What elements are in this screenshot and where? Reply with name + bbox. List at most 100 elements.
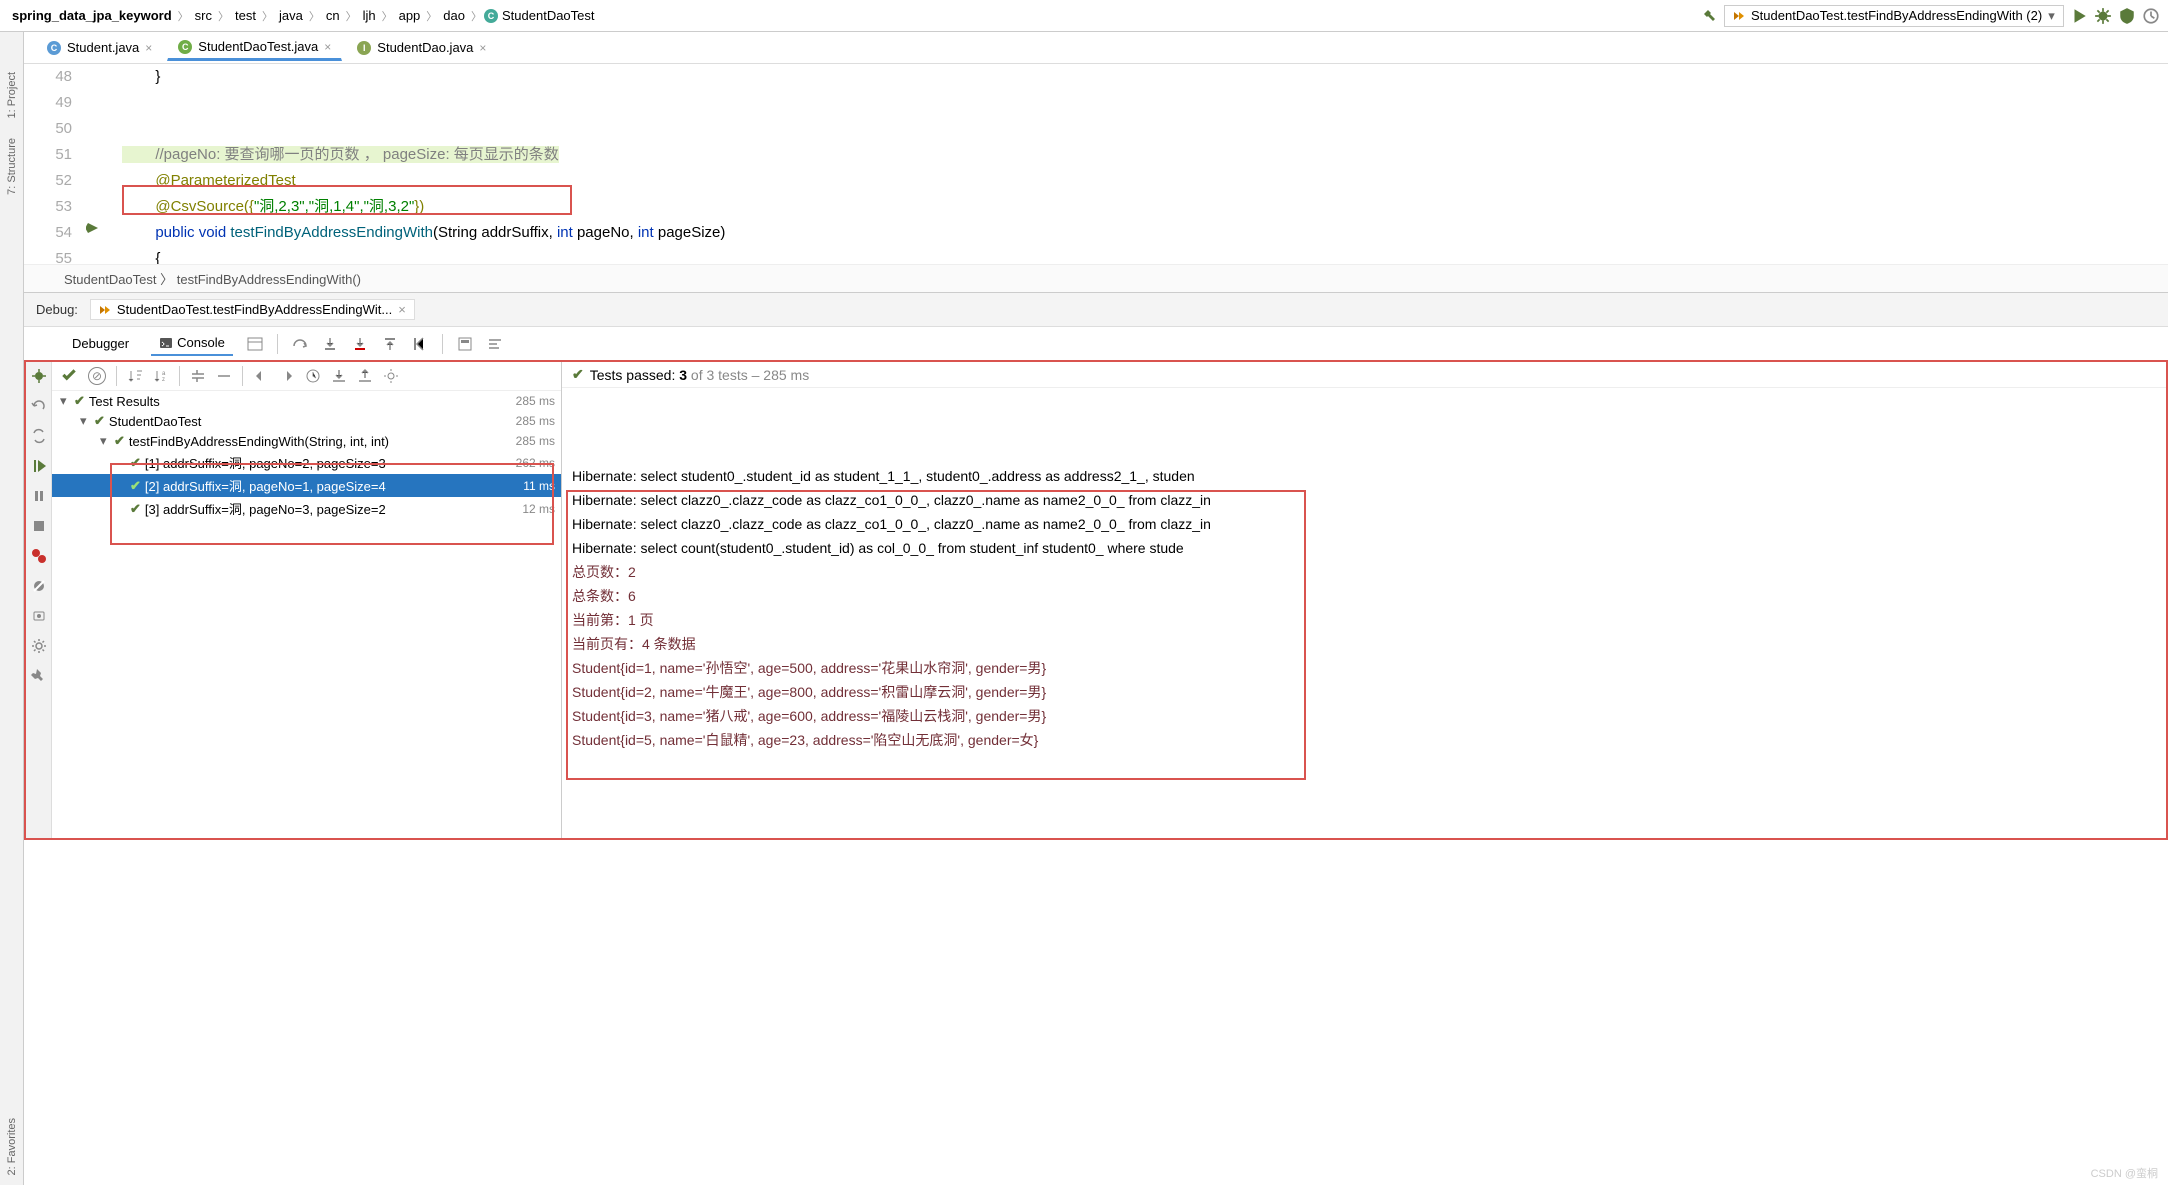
step-into-icon[interactable] bbox=[322, 336, 338, 352]
file-tab-label: Student.java bbox=[67, 40, 139, 55]
export-icon[interactable] bbox=[357, 368, 373, 384]
project-tool-button[interactable]: 1: Project bbox=[6, 72, 18, 118]
show-passed-icon[interactable] bbox=[60, 367, 78, 385]
step-over-icon[interactable] bbox=[292, 336, 308, 352]
run-button[interactable] bbox=[2070, 7, 2088, 25]
prev-icon[interactable] bbox=[253, 368, 269, 384]
breadcrumb-item[interactable]: dao bbox=[439, 6, 469, 25]
breadcrumb-item[interactable]: java bbox=[275, 6, 307, 25]
code-area[interactable]: } //pageNo: 要查询哪一页的页数 ， pageSize: 每页显示的条… bbox=[118, 64, 2168, 264]
method-path-method[interactable]: testFindByAddressEndingWith() bbox=[177, 272, 361, 287]
test-tree[interactable]: ▾✔Test Results285 ms▾✔StudentDaoTest285 … bbox=[52, 391, 561, 838]
test-tree-row[interactable]: ✔[3] addrSuffix=洞, pageNo=3, pageSize=21… bbox=[52, 497, 561, 520]
debug-button[interactable] bbox=[2094, 7, 2112, 25]
separator bbox=[179, 366, 180, 386]
console-line: Student{id=5, name='白鼠精', age=23, addres… bbox=[572, 728, 2156, 752]
step-out-icon[interactable] bbox=[382, 336, 398, 352]
run-config-selector[interactable]: StudentDaoTest.testFindByAddressEndingWi… bbox=[1724, 5, 2064, 27]
evaluate-icon[interactable] bbox=[457, 336, 473, 352]
coverage-button[interactable] bbox=[2118, 7, 2136, 25]
console-tab-label: Console bbox=[177, 335, 225, 350]
file-tab[interactable]: IStudentDao.java× bbox=[346, 35, 497, 60]
breadcrumb-project[interactable]: spring_data_jpa_keyword bbox=[8, 6, 176, 25]
close-icon[interactable]: × bbox=[145, 41, 152, 55]
view-breakpoints-icon[interactable] bbox=[31, 548, 47, 564]
breadcrumb-item[interactable]: ljh bbox=[359, 6, 380, 25]
pause-icon[interactable] bbox=[31, 488, 47, 504]
structure-tool-button[interactable]: 7: Structure bbox=[6, 138, 18, 195]
force-step-into-icon[interactable] bbox=[352, 336, 368, 352]
console-line: Student{id=3, name='猪八戒', age=600, addre… bbox=[572, 704, 2156, 728]
rerun-icon[interactable] bbox=[31, 368, 47, 384]
pin-icon[interactable] bbox=[31, 668, 47, 684]
debug-body: ⊘ az ▾✔Test Results285 ms▾✔StudentDaoTes… bbox=[24, 360, 2168, 840]
file-tab[interactable]: CStudent.java× bbox=[36, 35, 163, 60]
layout-icon[interactable] bbox=[247, 336, 263, 352]
code-line[interactable] bbox=[122, 116, 2168, 142]
dump-icon[interactable] bbox=[31, 608, 47, 624]
test-duration: 285 ms bbox=[516, 394, 555, 408]
debug-session-tab[interactable]: StudentDaoTest.testFindByAddressEndingWi… bbox=[90, 299, 415, 320]
import-icon[interactable] bbox=[331, 368, 347, 384]
test-tree-row[interactable]: ✔[2] addrSuffix=洞, pageNo=1, pageSize=41… bbox=[52, 474, 561, 497]
cog-icon[interactable] bbox=[383, 368, 399, 384]
code-line[interactable]: public void testFindByAddressEndingWith(… bbox=[122, 220, 2168, 246]
code-line[interactable]: @CsvSource({"洞,2,3","洞,1,4","洞,3,2"}) bbox=[122, 194, 2168, 220]
next-icon[interactable] bbox=[279, 368, 295, 384]
stop-icon[interactable] bbox=[31, 518, 47, 534]
breadcrumb-item[interactable]: src bbox=[191, 6, 216, 25]
close-icon[interactable]: × bbox=[324, 40, 331, 54]
collapse-all-icon[interactable] bbox=[216, 368, 232, 384]
method-path-class[interactable]: StudentDaoTest bbox=[64, 272, 157, 287]
history-icon[interactable] bbox=[305, 368, 321, 384]
toggle-auto-test-icon[interactable] bbox=[31, 428, 47, 444]
code-line[interactable] bbox=[122, 90, 2168, 116]
run-gutter-icon[interactable] bbox=[86, 221, 100, 235]
console-line: Student{id=1, name='孙悟空', age=500, addre… bbox=[572, 656, 2156, 680]
debug-header: Debug: StudentDaoTest.testFindByAddressE… bbox=[24, 292, 2168, 326]
code-line[interactable]: //pageNo: 要查询哪一页的页数 ， pageSize: 每页显示的条数 bbox=[122, 142, 2168, 168]
chevron-icon: 〉 bbox=[426, 8, 437, 24]
build-icon[interactable] bbox=[1702, 8, 1718, 24]
debugger-tab[interactable]: Debugger bbox=[64, 332, 137, 355]
rerun-failed-icon[interactable] bbox=[31, 398, 47, 414]
code-line[interactable]: { bbox=[122, 246, 2168, 264]
breadcrumb-class[interactable]: C StudentDaoTest bbox=[484, 8, 595, 23]
mute-breakpoints-icon[interactable] bbox=[31, 578, 47, 594]
breadcrumb-item[interactable]: test bbox=[231, 6, 260, 25]
debug-tool-tabs: Debugger Console bbox=[24, 326, 2168, 360]
trace-icon[interactable] bbox=[487, 336, 503, 352]
show-ignored-icon[interactable]: ⊘ bbox=[88, 367, 106, 385]
close-icon[interactable]: × bbox=[479, 41, 486, 55]
console-output[interactable]: Hibernate: select student0_.student_id a… bbox=[562, 388, 2166, 838]
breadcrumb-item[interactable]: cn bbox=[322, 6, 344, 25]
test-label: StudentDaoTest bbox=[109, 414, 202, 429]
breadcrumb-item[interactable]: app bbox=[395, 6, 425, 25]
file-tab[interactable]: CStudentDaoTest.java× bbox=[167, 34, 342, 61]
chevron-icon: 〉 bbox=[346, 8, 357, 24]
check-icon: ✔ bbox=[572, 366, 584, 383]
sort-alpha-icon[interactable]: az bbox=[153, 368, 169, 384]
console-line: 总条数：6 bbox=[572, 584, 2156, 608]
test-label: [1] addrSuffix=洞, pageNo=2, pageSize=3 bbox=[145, 453, 386, 472]
console-tab[interactable]: Console bbox=[151, 331, 233, 356]
test-tree-row[interactable]: ✔[1] addrSuffix=洞, pageNo=2, pageSize=32… bbox=[52, 451, 561, 474]
favorites-tool-button[interactable]: 2: Favorites bbox=[6, 1118, 18, 1175]
code-line[interactable]: } bbox=[122, 64, 2168, 90]
tests-passed-bar: ✔ Tests passed: 3 of 3 tests – 285 ms bbox=[562, 362, 2166, 388]
console-line: 总页数：2 bbox=[572, 560, 2156, 584]
profile-button[interactable] bbox=[2142, 7, 2160, 25]
resume-icon[interactable] bbox=[31, 458, 47, 474]
settings-icon[interactable] bbox=[31, 638, 47, 654]
expand-all-icon[interactable] bbox=[190, 368, 206, 384]
drop-frame-icon[interactable] bbox=[412, 336, 428, 352]
gutter: 4849505152535455 bbox=[24, 64, 82, 264]
test-tree-row[interactable]: ▾✔testFindByAddressEndingWith(String, in… bbox=[52, 431, 561, 451]
close-icon[interactable]: × bbox=[398, 302, 406, 317]
console-line: 当前页有：4 条数据 bbox=[572, 632, 2156, 656]
code-line[interactable]: @ParameterizedTest bbox=[122, 168, 2168, 194]
test-tree-row[interactable]: ▾✔Test Results285 ms bbox=[52, 391, 561, 411]
sort-icon[interactable] bbox=[127, 368, 143, 384]
test-tree-row[interactable]: ▾✔StudentDaoTest285 ms bbox=[52, 411, 561, 431]
console-line: 当前第：1 页 bbox=[572, 608, 2156, 632]
